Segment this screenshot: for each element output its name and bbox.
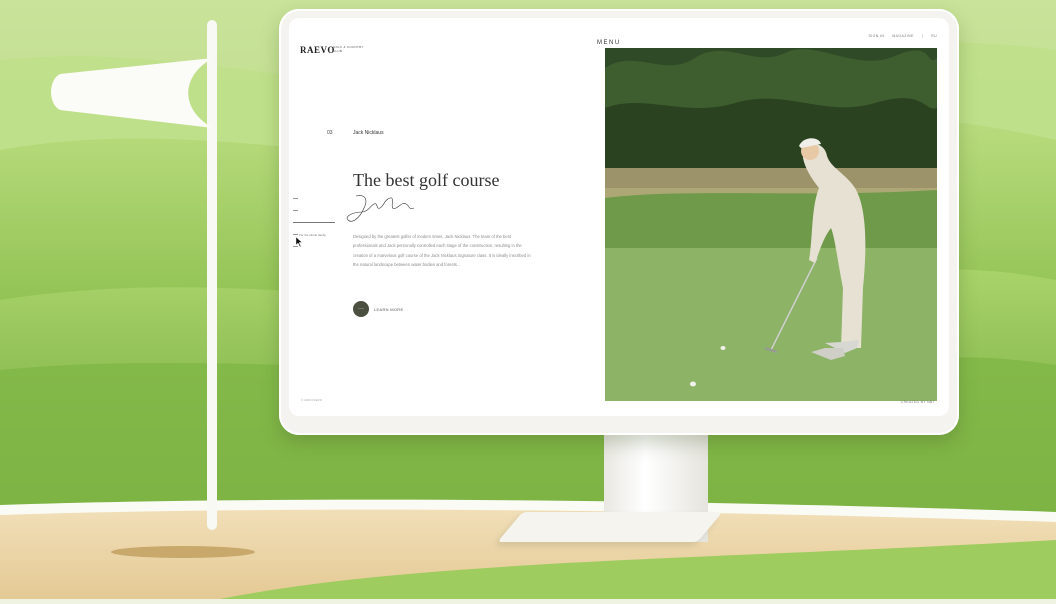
side-navigation (293, 198, 335, 258)
learn-more-button[interactable]: ··· (353, 301, 369, 317)
credits-link[interactable]: CREATED BY NBT (901, 400, 935, 404)
nav-language[interactable]: RU (931, 34, 937, 38)
golfer-photo (605, 48, 937, 401)
mouse-cursor-icon (296, 237, 303, 247)
learn-more-link[interactable]: LEARN MORE (374, 307, 403, 312)
site-logo-subtitle: GOLF & COUNTRY CLUB (333, 45, 364, 53)
side-nav-item-active[interactable] (293, 234, 298, 235)
top-nav: SIGN IN MAGAZINE | RU (869, 34, 938, 38)
signature-graphic (346, 195, 415, 222)
side-nav-item[interactable] (293, 210, 298, 211)
side-nav-divider (293, 222, 335, 223)
website-screen: RAEVO GOLF & COUNTRY CLUB MENU SIGN IN M… (289, 18, 949, 416)
monitor-stand-base (497, 512, 723, 542)
more-dots-icon: ··· (358, 306, 364, 312)
page-title: The best golf course (353, 170, 500, 190)
slide-number: 03 (327, 130, 333, 136)
side-nav-item[interactable] (293, 198, 298, 199)
copyright-text: © 2020 RAEVO (301, 398, 323, 402)
menu-button[interactable]: MENU (597, 40, 621, 46)
hero-photo (605, 48, 937, 401)
site-logo[interactable]: RAEVO (300, 45, 335, 55)
nav-sign-in[interactable]: SIGN IN (869, 34, 885, 38)
person-name: Jack Nicklaus (353, 130, 384, 136)
nav-separator: | (921, 34, 924, 38)
monitor: RAEVO GOLF & COUNTRY CLUB MENU SIGN IN M… (279, 9, 959, 435)
description-text: Designed by the greatest golfer of moder… (353, 234, 531, 267)
nav-magazine[interactable]: MAGAZINE (892, 34, 913, 38)
